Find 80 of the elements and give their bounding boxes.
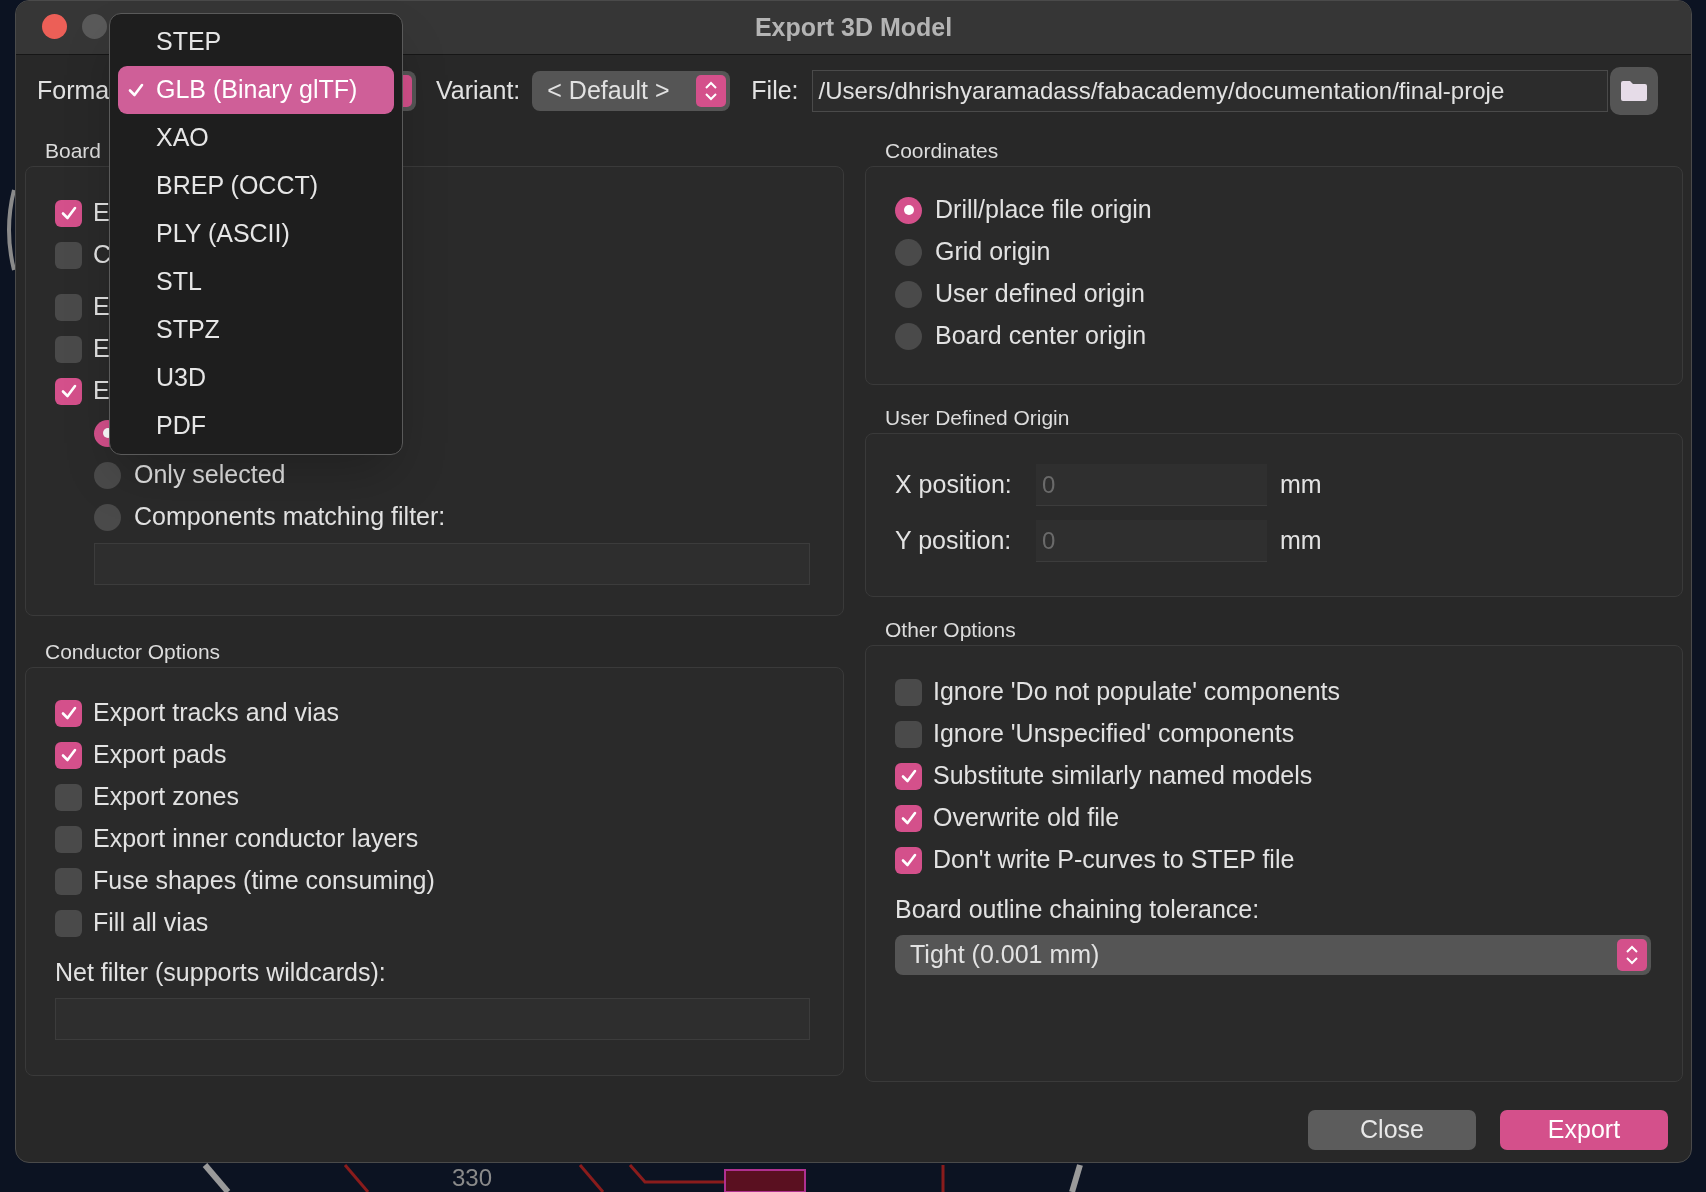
- section-heading: Coordinates: [885, 139, 999, 163]
- field-label: Net filter (supports wildcards):: [55, 957, 387, 986]
- minimize-window-button[interactable]: [82, 14, 107, 39]
- menu-item[interactable]: BREP (OCCT): [118, 162, 394, 210]
- radio-label: Components matching filter:: [134, 501, 446, 533]
- checkbox-label: Export zones: [93, 781, 239, 813]
- radio-label: Drill/place file origin: [935, 194, 1152, 226]
- checkbox-label: Fuse shapes (time consuming): [93, 865, 435, 897]
- checkbox-label: Export pads: [93, 739, 227, 771]
- menu-item[interactable]: U3D: [118, 354, 394, 402]
- radio-button[interactable]: [895, 280, 922, 308]
- menu-item[interactable]: PLY (ASCII): [118, 210, 394, 258]
- checkbox[interactable]: [55, 867, 82, 895]
- stepper-icon: [1617, 939, 1647, 971]
- menu-item[interactable]: PDF: [118, 402, 394, 450]
- radio-button[interactable]: [895, 196, 922, 224]
- file-path-field[interactable]: /Users/dhrishyaramadass/fabacademy/documentation/final-proje: [811, 70, 1608, 112]
- export-button[interactable]: Export: [1500, 1110, 1668, 1150]
- checkbox-label: E: [93, 197, 110, 229]
- field-label: Forma: [37, 75, 110, 107]
- checkbox-label: C: [93, 239, 112, 271]
- checkbox[interactable]: [55, 199, 82, 227]
- section-heading: Board: [45, 139, 102, 163]
- checkbox[interactable]: [55, 293, 82, 321]
- checkbox-label: Overwrite old file: [933, 802, 1120, 834]
- radio-button[interactable]: [94, 461, 121, 489]
- unit-label: mm: [1280, 469, 1322, 501]
- radio-button[interactable]: [895, 322, 922, 350]
- field-label: Y position:: [895, 525, 1013, 557]
- checkbox[interactable]: [55, 241, 82, 269]
- close-window-button[interactable]: [42, 14, 67, 39]
- checkbox[interactable]: [895, 762, 922, 790]
- checkbox[interactable]: [55, 825, 82, 853]
- window-title: Export 3D Model: [754, 11, 953, 43]
- checkbox-label: Don't write P-curves to STEP file: [933, 844, 1295, 876]
- menu-item[interactable]: XAO: [118, 114, 394, 162]
- checkbox-label: E: [93, 291, 110, 323]
- unit-label: mm: [1280, 525, 1322, 557]
- checkbox-label: Export tracks and vias: [93, 697, 339, 729]
- menu-item[interactable]: STEP: [118, 18, 394, 66]
- field-label: X position:: [895, 469, 1013, 501]
- checkbox[interactable]: [895, 804, 922, 832]
- radio-button[interactable]: [895, 238, 922, 266]
- checkbox[interactable]: [55, 377, 82, 405]
- checkbox[interactable]: [55, 741, 82, 769]
- checkbox[interactable]: [895, 678, 922, 706]
- checkbox-label: E: [93, 333, 110, 365]
- checkbox-label: Substitute similarly named models: [933, 760, 1313, 792]
- field-label: Board outline chaining tolerance:: [895, 894, 1261, 923]
- radio-label: Grid origin: [935, 236, 1051, 268]
- section-heading: User Defined Origin: [885, 406, 1070, 430]
- tolerance-select[interactable]: Tight (0.001 mm): [895, 935, 1651, 975]
- folder-icon: [1619, 80, 1648, 102]
- menu-item[interactable]: STL: [118, 258, 394, 306]
- radio-label: User defined origin: [935, 278, 1145, 310]
- radio-label: Only selected: [134, 459, 286, 491]
- menu-item[interactable]: GLB (Binary glTF): [118, 66, 394, 114]
- checkbox-label: Export inner conductor layers: [93, 823, 419, 855]
- canvas-label: 330: [452, 1164, 493, 1192]
- section-heading: Conductor Options: [45, 640, 221, 664]
- menu-item[interactable]: STPZ: [118, 306, 394, 354]
- checkbox[interactable]: [55, 909, 82, 937]
- browse-button[interactable]: [1609, 67, 1658, 115]
- checkbox[interactable]: [55, 335, 82, 363]
- radio-label: Board center origin: [935, 320, 1147, 352]
- checkbox[interactable]: [895, 720, 922, 748]
- section-heading: Other Options: [885, 618, 1016, 642]
- checkbox-label: Ignore 'Do not populate' components: [933, 676, 1341, 708]
- checkbox[interactable]: [55, 699, 82, 727]
- checkbox[interactable]: [895, 846, 922, 874]
- checkbox-label: E: [93, 375, 110, 407]
- radio-button[interactable]: [94, 503, 121, 531]
- checkbox-label: Ignore 'Unspecified' components: [933, 718, 1295, 750]
- variant-select[interactable]: < Default >: [532, 71, 731, 111]
- close-button[interactable]: Close: [1308, 1110, 1476, 1150]
- field-label: File:: [751, 75, 799, 107]
- field-label: Variant:: [436, 75, 521, 107]
- stepper-icon: [696, 75, 727, 107]
- checkbox-label: Fill all vias: [93, 907, 209, 939]
- checkbox[interactable]: [55, 783, 82, 811]
